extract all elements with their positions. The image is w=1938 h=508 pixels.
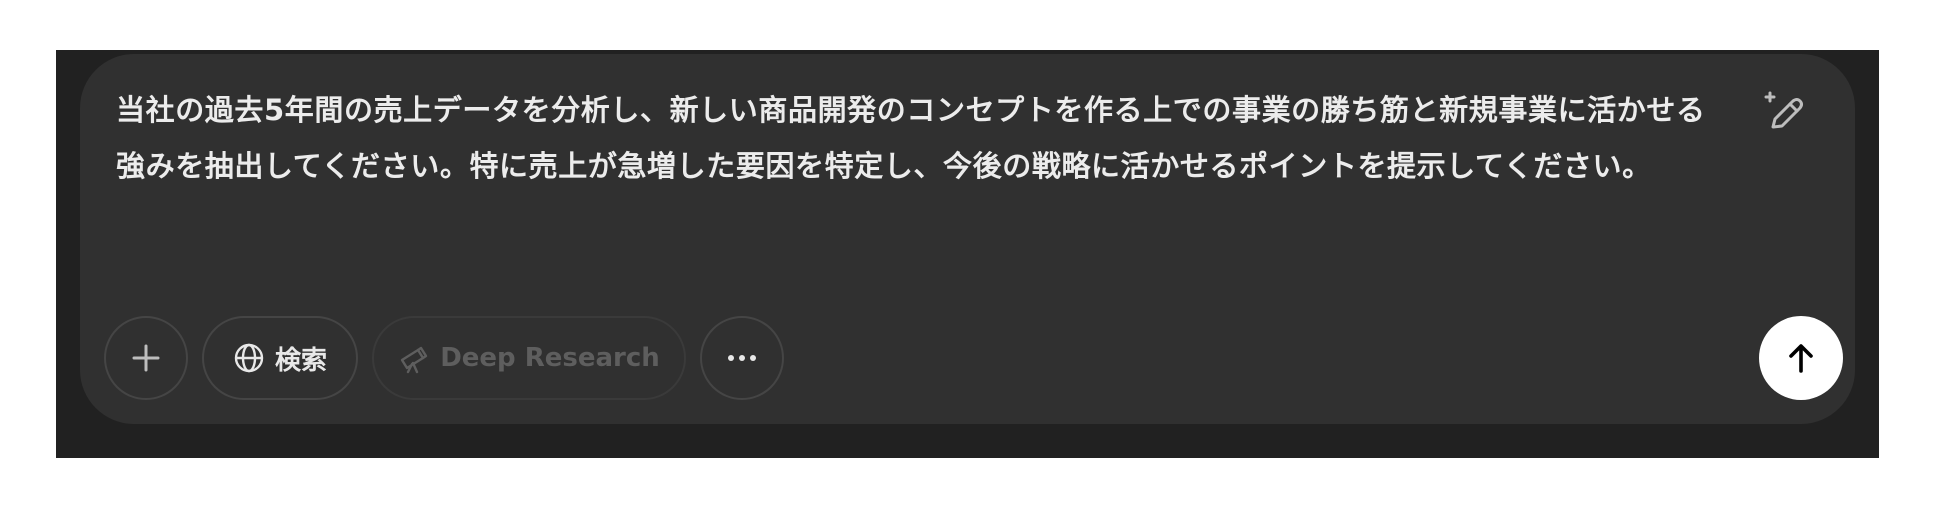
composer-toolbar: 検索 Deep Research: [104, 316, 784, 400]
chat-window: 当社の過去5年間の売上データを分析し、新しい商品開発のコンセプトを作る上での事業…: [56, 50, 1879, 458]
magic-pencil-icon: [1761, 89, 1807, 135]
telescope-icon: [398, 342, 430, 374]
plus-icon: [129, 341, 163, 375]
ellipsis-icon: [725, 353, 759, 363]
send-button[interactable]: [1759, 316, 1843, 400]
prompt-input[interactable]: 当社の過去5年間の売上データを分析し、新しい商品開発のコンセプトを作る上での事業…: [116, 82, 1724, 194]
deep-research-button[interactable]: Deep Research: [372, 316, 686, 400]
arrow-up-icon: [1784, 341, 1818, 375]
add-attachment-button[interactable]: [104, 316, 188, 400]
prompt-composer: 当社の過去5年間の売上データを分析し、新しい商品開発のコンセプトを作る上での事業…: [80, 54, 1855, 424]
search-label: 検索: [274, 345, 327, 376]
more-options-button[interactable]: [700, 316, 784, 400]
globe-icon: [233, 342, 265, 374]
search-button[interactable]: 検索: [202, 316, 358, 400]
deep-research-label: Deep Research: [440, 343, 660, 373]
edit-prompt-button[interactable]: [1756, 84, 1812, 140]
